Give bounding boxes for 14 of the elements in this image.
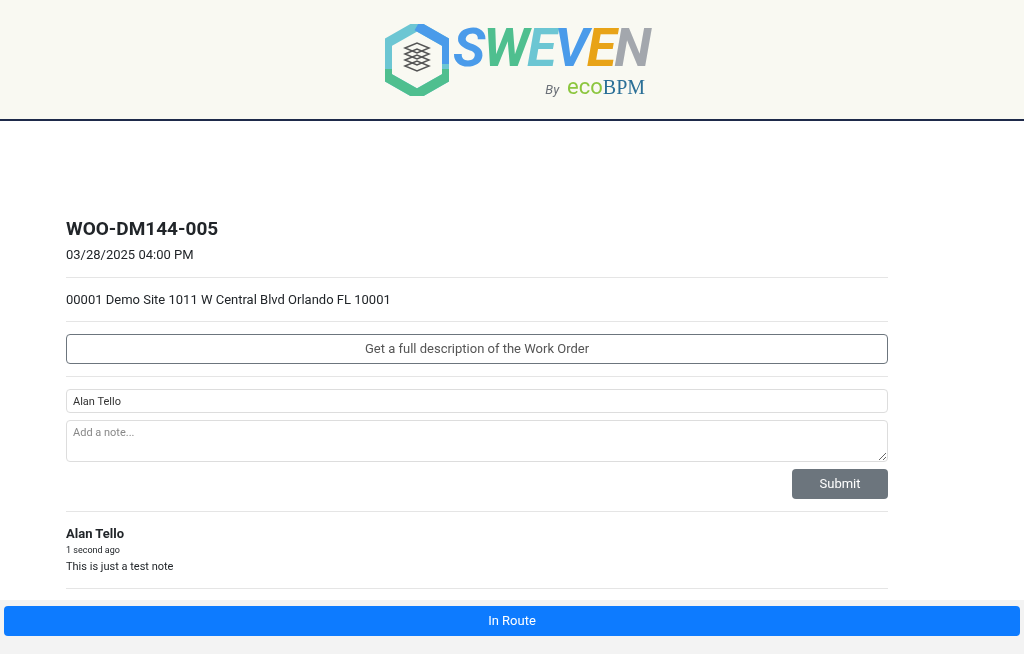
note-field[interactable]: Add a note... <box>66 420 888 462</box>
in-route-button[interactable]: In Route <box>4 606 1020 636</box>
note-author: Alan Tello <box>66 525 126 543</box>
note-text: This is just a test note <box>66 559 175 575</box>
submit-button[interactable]: Submit <box>792 469 888 499</box>
logo-byline: By ecoBPM <box>545 75 646 100</box>
site-address: 00001 Demo Site 1011 W Central Blvd Orlando FL 10001 <box>66 276 888 321</box>
work-order-title: WOO-DM144-005 <box>66 217 220 241</box>
note-time: 1 second ago <box>66 543 121 557</box>
description-button[interactable]: Get a full description of the Work Order <box>66 334 888 364</box>
hexagon-logo-icon <box>384 23 449 96</box>
work-order-date: 03/28/2025 04:00 PM <box>66 246 195 264</box>
logo-wordmark: SWEVEN <box>452 19 650 76</box>
name-field[interactable]: Alan Tello <box>66 389 888 413</box>
